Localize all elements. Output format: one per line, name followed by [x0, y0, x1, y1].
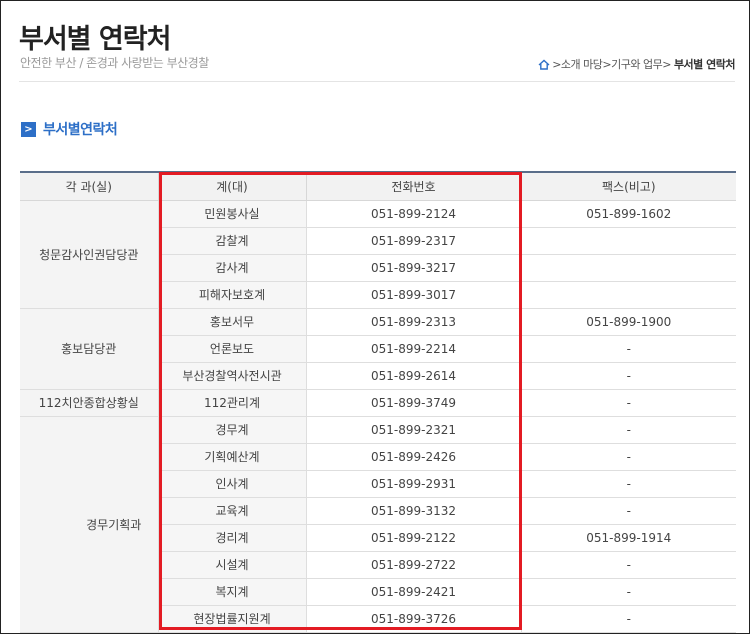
page-title: 부서별 연락처 — [19, 24, 171, 55]
phone-cell: 051-899-2426 — [305, 442, 522, 471]
team-cell: 경무계 — [157, 415, 307, 444]
phone-cell: 051-899-2122 — [305, 523, 522, 552]
team-cell: 인사계 — [158, 469, 307, 498]
team-cell: 기획예산계 — [158, 442, 307, 471]
fax-cell — [520, 280, 736, 309]
fax-cell: 051-899-1900 — [520, 307, 736, 336]
fax-cell: - — [520, 469, 736, 498]
team-cell: 민원봉사실 — [157, 199, 307, 228]
team-cell: 부산경찰역사전시관 — [158, 361, 307, 390]
department-cell: 청문감사인권담당관 — [20, 199, 159, 309]
contact-table: 각 과(실) 계(대) 전화번호 팩스(비고) 청문감사인권담당관 민원봉사실 … — [20, 171, 736, 633]
column-header-team: 계(대) — [157, 172, 307, 201]
team-cell: 감사계 — [158, 253, 307, 282]
phone-cell: 051-899-2931 — [305, 469, 522, 498]
fax-cell — [520, 253, 736, 282]
table-row: 홍보담당관 홍보서무 051-899-2313 051-899-1900 — [20, 307, 736, 390]
phone-cell: 051-899-3217 — [305, 253, 522, 282]
chevron-right-icon: > — [21, 121, 36, 137]
team-cell: 홍보서무 — [157, 307, 307, 336]
team-cell: 피해자보호계 — [158, 280, 307, 309]
phone-cell: 051-899-2321 — [305, 415, 522, 444]
breadcrumb-current: 부서별 연락처 — [673, 58, 736, 71]
team-cell: 언론보도 — [158, 334, 307, 363]
team-cell: 112관리계 — [157, 388, 307, 417]
table-header-row: 각 과(실) 계(대) 전화번호 팩스(비고) — [20, 172, 736, 201]
column-header-phone: 전화번호 — [305, 172, 522, 201]
team-cell: 복지계 — [158, 577, 307, 606]
column-header-fax: 팩스(비고) — [520, 172, 736, 201]
phone-cell: 051-899-3132 — [305, 496, 522, 525]
page-subtitle: 안전한 부산 / 존경과 사랑받는 부산경찰 — [20, 56, 209, 70]
phone-cell: 051-899-2614 — [305, 361, 522, 390]
breadcrumb-item-intro[interactable]: >소개 마당 — [552, 56, 603, 72]
team-cell: 시설계 — [158, 550, 307, 579]
table-row: 112치안종합상황실 112관리계 051-899-3749 - — [20, 388, 736, 417]
fax-cell: - — [520, 604, 736, 633]
fax-cell: - — [520, 361, 736, 390]
phone-cell: 051-899-2722 — [305, 550, 522, 579]
phone-cell: 051-899-3749 — [305, 388, 522, 417]
section-heading: > 부서별연락처 — [21, 119, 118, 139]
fax-cell: - — [520, 334, 736, 363]
phone-cell: 051-899-2421 — [305, 577, 522, 606]
fax-cell: - — [520, 496, 736, 525]
breadcrumb-item-organization[interactable]: >기구와 업무 — [602, 56, 662, 72]
column-header-department: 각 과(실) — [20, 172, 159, 201]
phone-cell: 051-899-3726 — [305, 604, 522, 633]
fax-cell: 051-899-1914 — [520, 523, 736, 552]
fax-cell: 051-899-1602 — [520, 199, 736, 228]
breadcrumb-separator: > — [662, 57, 671, 71]
fax-cell: - — [520, 442, 736, 471]
team-cell: 교육계 — [158, 496, 307, 525]
phone-cell: 051-899-2317 — [305, 226, 522, 255]
department-cell: 경무기획과 — [20, 415, 159, 633]
fax-cell: - — [520, 415, 736, 444]
section-title: 부서별연락처 — [43, 122, 118, 138]
team-cell: 감찰계 — [158, 226, 307, 255]
fax-cell: - — [520, 577, 736, 606]
phone-cell: 051-899-2313 — [305, 307, 522, 336]
phone-cell: 051-899-2124 — [305, 199, 522, 228]
home-icon[interactable] — [538, 59, 550, 70]
phone-cell: 051-899-3017 — [305, 280, 522, 309]
department-cell: 홍보담당관 — [20, 307, 159, 390]
breadcrumb: >소개 마당 >기구와 업무 > 부서별 연락처 — [538, 56, 736, 72]
team-cell: 경리계 — [158, 523, 307, 552]
header-divider — [19, 81, 735, 82]
table-row: 청문감사인권담당관 민원봉사실 051-899-2124 051-899-160… — [20, 199, 736, 309]
fax-cell: - — [520, 388, 736, 417]
department-cell: 112치안종합상황실 — [20, 388, 159, 417]
phone-cell: 051-899-2214 — [305, 334, 522, 363]
fax-cell: - — [520, 550, 736, 579]
team-cell: 현장법률지원계 — [158, 604, 307, 633]
page-frame: 부서별 연락처 안전한 부산 / 존경과 사랑받는 부산경찰 >소개 마당 >기… — [0, 0, 750, 634]
table-row: 경무기획과 경무계 051-899-2321 - — [20, 415, 736, 633]
fax-cell — [520, 226, 736, 255]
